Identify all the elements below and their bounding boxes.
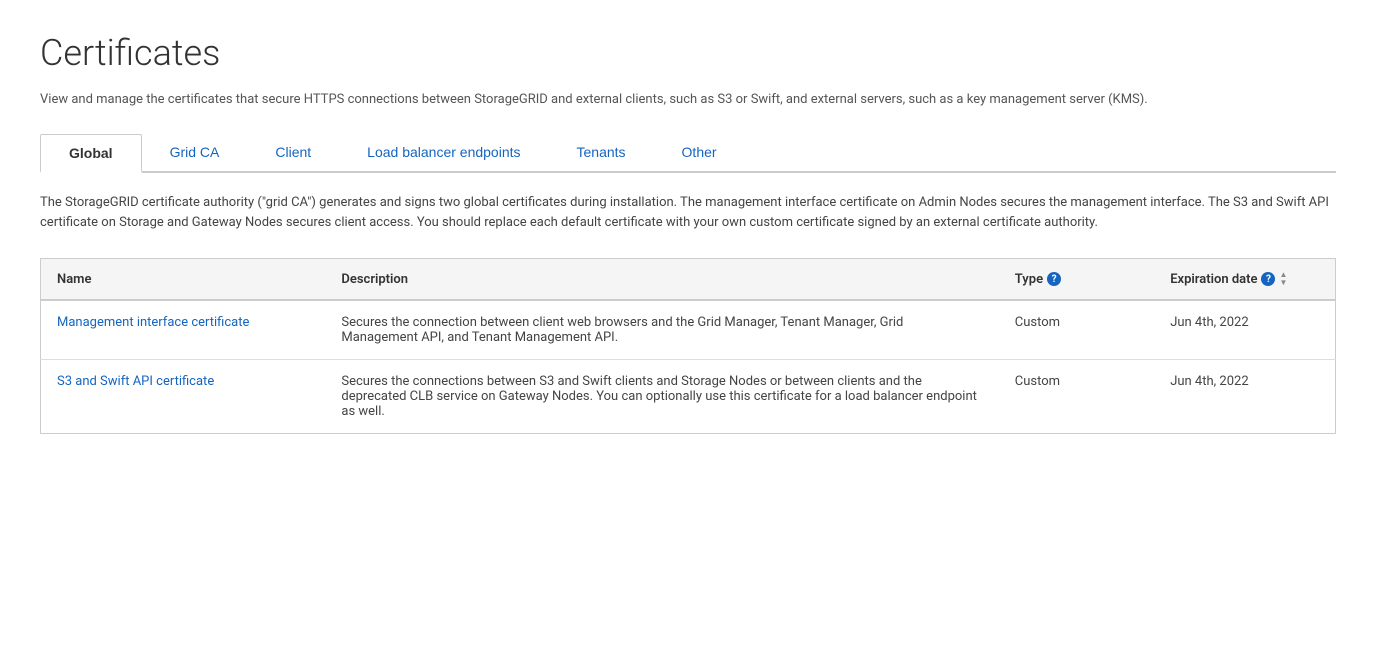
expiration-sort-icon[interactable] — [1279, 271, 1287, 287]
tab-bar: Global Grid CA Client Load balancer endp… — [40, 134, 1336, 173]
col-header-name: Name — [41, 259, 326, 301]
row2-type-cell: Custom — [999, 360, 1154, 434]
row1-name-cell: Management interface certificate — [41, 300, 326, 360]
content-description: The StorageGRID certificate authority ("… — [40, 193, 1336, 235]
table-row: S3 and Swift API certificate Secures the… — [41, 360, 1336, 434]
s3-swift-api-cert-link[interactable]: S3 and Swift API certificate — [57, 374, 214, 389]
page-subtitle: View and manage the certificates that se… — [40, 90, 1336, 110]
tab-client[interactable]: Client — [247, 134, 339, 171]
tab-grid-ca[interactable]: Grid CA — [142, 134, 248, 171]
tab-tenants[interactable]: Tenants — [549, 134, 654, 171]
management-interface-cert-link[interactable]: Management interface certificate — [57, 315, 249, 330]
type-help-icon[interactable]: ? — [1047, 272, 1061, 286]
row1-type-cell: Custom — [999, 300, 1154, 360]
row2-name-cell: S3 and Swift API certificate — [41, 360, 326, 434]
page-title: Certificates — [40, 32, 1336, 74]
row2-expiration-cell: Jun 4th, 2022 — [1154, 360, 1335, 434]
col-header-type: Type ? — [999, 259, 1154, 301]
table-row: Management interface certificate Secures… — [41, 300, 1336, 360]
tab-load-balancer[interactable]: Load balancer endpoints — [339, 134, 548, 171]
col-header-expiration: Expiration date ? — [1154, 259, 1335, 301]
row1-expiration-cell: Jun 4th, 2022 — [1154, 300, 1335, 360]
table-header-row: Name Description Type ? Expiration date … — [41, 259, 1336, 301]
col-header-description: Description — [325, 259, 998, 301]
certificates-table: Name Description Type ? Expiration date … — [40, 258, 1336, 434]
tab-global[interactable]: Global — [40, 134, 142, 173]
row1-description-cell: Secures the connection between client we… — [325, 300, 998, 360]
tab-other[interactable]: Other — [654, 134, 745, 171]
row2-description-cell: Secures the connections between S3 and S… — [325, 360, 998, 434]
expiration-help-icon[interactable]: ? — [1261, 272, 1275, 286]
